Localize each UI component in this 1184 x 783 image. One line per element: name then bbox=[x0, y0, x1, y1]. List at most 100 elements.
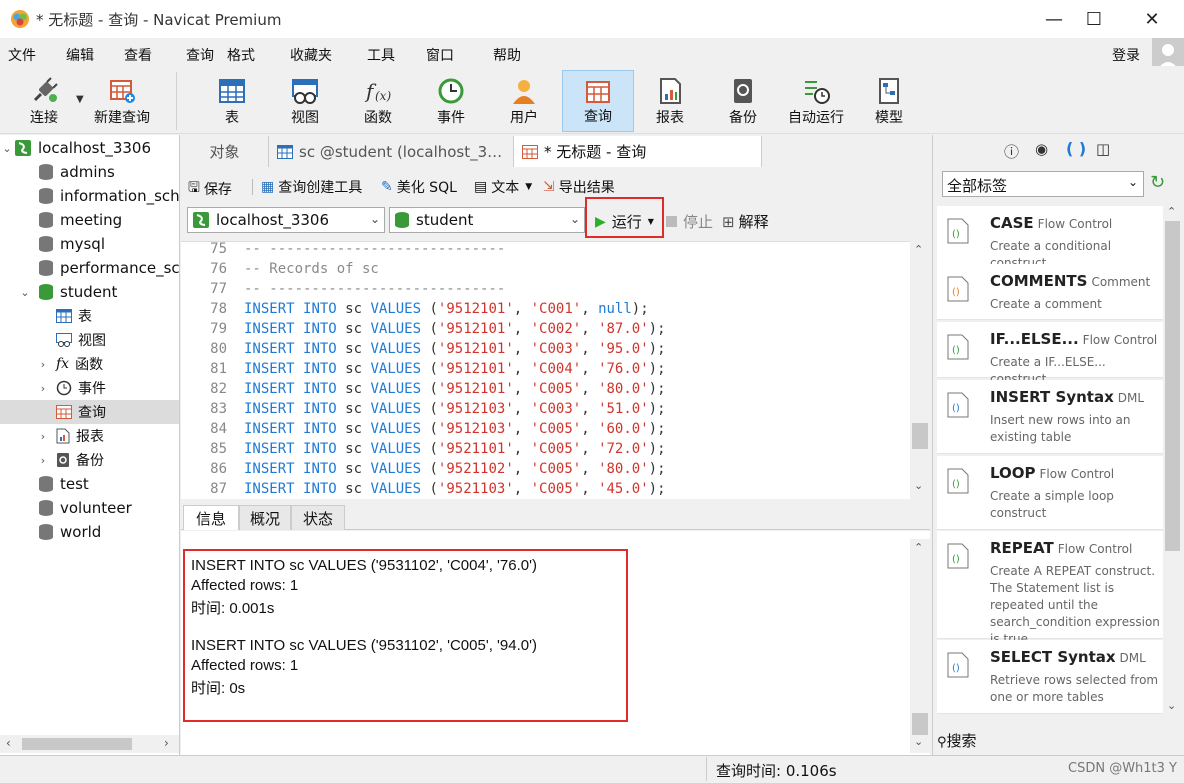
new-query-button[interactable]: 新建查询 bbox=[88, 70, 156, 132]
function-button[interactable]: f (x) 函数 bbox=[346, 70, 410, 132]
info-icon[interactable]: ⓘ bbox=[1004, 141, 1019, 162]
collapse-arrow-icon[interactable]: ⌄ bbox=[18, 286, 32, 299]
menu-favorites[interactable]: 收藏夹 bbox=[290, 45, 332, 65]
tree-db-performance-schema[interactable]: performance_schema bbox=[0, 256, 179, 280]
stop-button[interactable]: 停止 bbox=[666, 211, 713, 232]
run-button[interactable]: ▶ 运行 ▼ bbox=[595, 211, 654, 232]
connection-select[interactable]: localhost_3306 ⌄ bbox=[187, 207, 385, 233]
menu-help[interactable]: 帮助 bbox=[493, 45, 521, 65]
snippet-if-else[interactable]: () IF...ELSE... Flow Control Create a IF.… bbox=[937, 322, 1163, 386]
database-icon bbox=[39, 236, 53, 252]
snippet-insert[interactable]: () INSERT Syntax DML Insert new rows into… bbox=[937, 380, 1163, 454]
database-icon bbox=[39, 500, 53, 516]
snippet-repeat[interactable]: () REPEAT Flow Control Create A REPEAT co… bbox=[937, 531, 1163, 646]
tag-select[interactable]: 全部标签 ⌄ bbox=[942, 171, 1144, 197]
save-button[interactable]: 🖫 保存 bbox=[188, 177, 232, 201]
scroll-up-icon[interactable]: ⌃ bbox=[1167, 205, 1176, 218]
message-line: 时间: 0s bbox=[191, 680, 246, 697]
tab-info[interactable]: 信息 bbox=[183, 505, 239, 530]
database-select[interactable]: student ⌄ bbox=[389, 207, 585, 233]
snippet-icon[interactable]: ( ) bbox=[1066, 139, 1086, 158]
tree-backups[interactable]: › 备份 bbox=[0, 448, 179, 472]
maximize-button[interactable]: ☐ bbox=[1068, 0, 1120, 38]
user-button[interactable]: 用户 bbox=[492, 70, 556, 132]
report-button[interactable]: 报表 bbox=[638, 70, 702, 132]
scroll-right-icon[interactable]: › bbox=[164, 736, 169, 750]
beautify-sql-button[interactable]: ✎ 美化 SQL bbox=[381, 177, 457, 197]
scroll-down-icon[interactable]: ⌄ bbox=[914, 735, 923, 748]
tree-functions[interactable]: › fx 函数 bbox=[0, 352, 179, 376]
message-vertical-scrollbar[interactable]: ⌃ ⌄ bbox=[910, 539, 930, 753]
query-toolbar-button[interactable]: 查询 bbox=[562, 70, 634, 132]
menu-format[interactable]: 格式 bbox=[227, 45, 255, 65]
collapse-arrow-icon[interactable]: ⌄ bbox=[0, 142, 14, 155]
explain-button[interactable]: ⊞ 解释 bbox=[722, 211, 769, 232]
close-button[interactable]: ✕ bbox=[1126, 0, 1178, 38]
tree-horizontal-scrollbar[interactable]: ‹ › bbox=[0, 735, 179, 753]
menu-edit[interactable]: 编辑 bbox=[66, 45, 94, 65]
export-result-button[interactable]: ⇲ 导出结果 bbox=[543, 177, 615, 197]
tab-sc-table[interactable]: sc @student (localhost_3306) - 表 bbox=[269, 136, 514, 167]
table-button[interactable]: 表 bbox=[200, 70, 264, 132]
expand-arrow-icon[interactable]: › bbox=[36, 358, 50, 371]
view-button[interactable]: 视图 bbox=[273, 70, 337, 132]
tree-db-world[interactable]: world bbox=[0, 520, 179, 544]
snippet-loop[interactable]: () LOOP Flow Control Create a simple loop… bbox=[937, 456, 1163, 530]
snippet-comments[interactable]: () COMMENTS Comment Create a comment bbox=[937, 264, 1163, 320]
menu-tools[interactable]: 工具 bbox=[367, 45, 395, 65]
menu-query[interactable]: 查询 bbox=[186, 45, 214, 65]
login-link[interactable]: 登录 bbox=[1112, 45, 1140, 65]
table-icon bbox=[277, 144, 293, 159]
code-line: INSERT INTO sc VALUES ('9512103', 'C003'… bbox=[244, 401, 666, 417]
snippet-select[interactable]: () SELECT Syntax DML Retrieve rows select… bbox=[937, 640, 1163, 714]
report-label: 报表 bbox=[656, 110, 684, 126]
snippet-vertical-scrollbar[interactable]: ⌃ ⌄ bbox=[1163, 205, 1182, 717]
status-bar bbox=[0, 755, 1184, 783]
scroll-down-icon[interactable]: ⌄ bbox=[914, 479, 923, 492]
scrollbar-thumb[interactable] bbox=[1165, 221, 1180, 551]
refresh-icon[interactable]: ↻ bbox=[1150, 172, 1165, 193]
tree-views[interactable]: 视图 bbox=[0, 328, 179, 352]
connect-dropdown-icon[interactable]: ▼ bbox=[76, 94, 84, 105]
scroll-up-icon[interactable]: ⌃ bbox=[914, 243, 923, 256]
tree-reports[interactable]: › 报表 bbox=[0, 424, 179, 448]
snippet-search[interactable]: ⚲搜索 bbox=[937, 730, 977, 751]
scrollbar-thumb[interactable] bbox=[912, 423, 928, 449]
auto-run-button[interactable]: 自动运行 bbox=[780, 70, 852, 132]
tree-queries[interactable]: 查询 bbox=[0, 400, 179, 424]
tree-db-meeting[interactable]: meeting bbox=[0, 208, 179, 232]
expand-arrow-icon[interactable]: › bbox=[36, 382, 50, 395]
scrollbar-thumb[interactable] bbox=[22, 738, 132, 750]
query-builder-button[interactable]: ▦ 查询创建工具 bbox=[261, 177, 362, 197]
tab-status[interactable]: 状态 bbox=[291, 505, 345, 530]
scroll-up-icon[interactable]: ⌃ bbox=[914, 541, 923, 554]
model-button[interactable]: 模型 bbox=[857, 70, 921, 132]
tree-db-mysql[interactable]: mysql bbox=[0, 232, 179, 256]
menu-file[interactable]: 文件 bbox=[8, 45, 36, 65]
tree-db-admins[interactable]: admins bbox=[0, 160, 179, 184]
backup-button[interactable]: 备份 bbox=[711, 70, 775, 132]
preview-icon[interactable]: ◉ bbox=[1035, 140, 1048, 158]
text-button[interactable]: ▤ 文本 ▼ bbox=[474, 177, 532, 197]
scroll-left-icon[interactable]: ‹ bbox=[6, 736, 11, 750]
event-button[interactable]: 事件 bbox=[419, 70, 483, 132]
tab-objects[interactable]: 对象 bbox=[181, 136, 269, 167]
expand-arrow-icon[interactable]: › bbox=[36, 430, 50, 443]
tree-db-volunteer[interactable]: volunteer bbox=[0, 496, 179, 520]
scrollbar-thumb[interactable] bbox=[912, 713, 928, 735]
tree-events[interactable]: › 事件 bbox=[0, 376, 179, 400]
menu-view[interactable]: 查看 bbox=[124, 45, 152, 65]
tree-connection[interactable]: ⌄ localhost_3306 bbox=[0, 136, 179, 160]
editor-vertical-scrollbar[interactable]: ⌃ ⌄ bbox=[910, 241, 930, 499]
menu-window[interactable]: 窗口 bbox=[426, 45, 454, 65]
expand-arrow-icon[interactable]: › bbox=[36, 454, 50, 467]
tab-untitled-query[interactable]: * 无标题 - 查询 bbox=[514, 136, 762, 167]
tree-tables[interactable]: 表 bbox=[0, 304, 179, 328]
tab-profile[interactable]: 概况 bbox=[239, 505, 291, 530]
scroll-down-icon[interactable]: ⌄ bbox=[1167, 699, 1176, 712]
tree-db-information-schema[interactable]: information_schema bbox=[0, 184, 179, 208]
layout-icon[interactable]: ◫ bbox=[1096, 140, 1110, 158]
tree-db-student[interactable]: ⌄ student bbox=[0, 280, 179, 304]
tree-db-test[interactable]: test bbox=[0, 472, 179, 496]
connect-button[interactable]: 连接 bbox=[14, 70, 74, 132]
